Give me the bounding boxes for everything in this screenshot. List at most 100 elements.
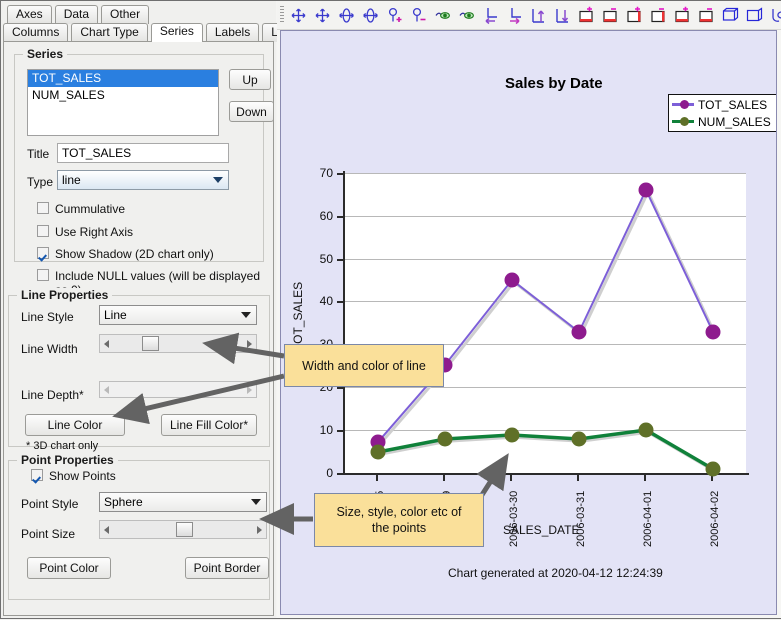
line-style-label: Line Style: [21, 310, 74, 324]
line-fill-color-button[interactable]: Line Fill Color*: [161, 414, 257, 436]
slider-left-arrow-icon: [104, 385, 109, 394]
tab-labels[interactable]: Labels: [205, 23, 260, 42]
width-increase-icon[interactable]: [623, 3, 646, 27]
series-up-button[interactable]: Up: [229, 69, 271, 90]
rotate-y-right-icon[interactable]: [359, 3, 382, 27]
height-decrease-icon[interactable]: [695, 3, 718, 27]
num-sales-point: [571, 431, 587, 447]
move-left-icon[interactable]: [479, 3, 502, 27]
line-properties-group: Line Properties Line Style Line Line Wid…: [8, 288, 270, 447]
properties-panel: Axes Data Other Columns Chart Type Serie…: [1, 1, 321, 618]
include-null-checkbox[interactable]: [37, 269, 49, 281]
series-type-select[interactable]: line: [57, 170, 229, 190]
series-title-value: TOT_SALES: [62, 146, 132, 160]
tab-data-label: Data: [63, 7, 90, 21]
use-right-axis-checkbox[interactable]: [37, 225, 49, 237]
point-color-button[interactable]: Point Color: [27, 557, 111, 579]
point-properties-group: Point Properties Show Points Point Style…: [8, 453, 270, 600]
tab-data[interactable]: Data: [54, 5, 99, 24]
tab-series-label: Series: [159, 24, 194, 38]
chevron-down-icon: [241, 312, 251, 318]
num-sales-point: [504, 427, 520, 443]
chart-footer-text: Chart generated at 2020-04-12 12:24:39: [448, 566, 663, 580]
num-sales-point: [705, 461, 721, 477]
chart-designer-window: Axes Data Other Columns Chart Type Serie…: [0, 0, 781, 619]
tab-chart-type-label: Chart Type: [80, 25, 139, 39]
series-title-input[interactable]: TOT_SALES: [57, 143, 229, 163]
line-color-label: Line Color: [47, 418, 103, 432]
line-style-select[interactable]: Line: [99, 305, 257, 325]
tot-sales-point: [571, 324, 587, 340]
point-size-label: Point Size: [21, 527, 76, 541]
tab-columns[interactable]: Columns: [3, 23, 69, 42]
line-width-slider[interactable]: [99, 334, 257, 353]
slider-left-arrow-icon[interactable]: [104, 339, 109, 348]
width-decrease-icon[interactable]: [647, 3, 670, 27]
chart-2d-icon[interactable]: [743, 3, 766, 27]
line-width-slider-thumb[interactable]: [142, 336, 159, 351]
cummulative-label: Cummulative: [55, 202, 126, 216]
series-group: Series TOT_SALES NUM_SALES Up Down Title…: [14, 47, 274, 297]
point-color-label: Point Color: [39, 561, 99, 575]
show-shadow-checkbox[interactable]: [37, 247, 49, 259]
tab-row-top: Axes Data Other: [7, 5, 150, 24]
perspective-decrease-icon[interactable]: [455, 3, 478, 27]
show-points-checkbox[interactable]: [31, 469, 43, 481]
slider-left-arrow-icon[interactable]: [104, 525, 109, 534]
slider-right-arrow-icon[interactable]: [247, 339, 252, 348]
move-up-icon[interactable]: [527, 3, 550, 27]
elevation-decrease-icon[interactable]: [407, 3, 430, 27]
series-down-label: Down: [236, 104, 267, 119]
rotate-y-left-icon[interactable]: [335, 3, 358, 27]
tab-other-label: Other: [110, 7, 141, 21]
zoom-out-icon[interactable]: [599, 3, 622, 27]
line-fill-color-label: Line Fill Color*: [169, 418, 249, 432]
tab-other[interactable]: Other: [101, 5, 150, 24]
move-down-icon[interactable]: [551, 3, 574, 27]
show-shadow-label: Show Shadow (2D chart only): [55, 247, 214, 261]
series-group-title: Series: [23, 47, 68, 61]
line-callout: Width and color of line: [284, 344, 444, 387]
points-callout-text: Size, style, color etc of the points: [336, 505, 462, 535]
series-listbox[interactable]: TOT_SALES NUM_SALES: [27, 69, 219, 136]
tab-chart-type[interactable]: Chart Type: [71, 23, 148, 42]
tot-sales-point: [504, 272, 520, 288]
tot-sales-point: [638, 182, 654, 198]
chart-3d-icon[interactable]: [719, 3, 742, 27]
point-border-label: Point Border: [193, 561, 261, 575]
series-list-item-num-sales[interactable]: NUM_SALES: [28, 87, 218, 104]
zoom-in-icon[interactable]: [575, 3, 598, 27]
series-list-item-label: NUM_SALES: [32, 88, 105, 102]
cummulative-checkbox[interactable]: [37, 202, 49, 214]
point-style-select[interactable]: Sphere: [99, 492, 267, 512]
point-border-button[interactable]: Point Border: [185, 557, 269, 579]
rotate-x-right-icon[interactable]: [311, 3, 334, 27]
series-tab-panel: Series TOT_SALES NUM_SALES Up Down Title…: [3, 41, 274, 616]
point-size-slider[interactable]: [99, 520, 267, 539]
series-down-button[interactable]: Down: [229, 101, 274, 122]
tab-axes-label: Axes: [16, 7, 43, 21]
line-depth-slider[interactable]: [99, 381, 257, 398]
tab-columns-label: Columns: [12, 25, 60, 39]
move-right-icon[interactable]: [503, 3, 526, 27]
rotate-x-left-icon[interactable]: [287, 3, 310, 27]
series-list-item-tot-sales[interactable]: TOT_SALES: [28, 70, 218, 87]
elevation-increase-icon[interactable]: [383, 3, 406, 27]
chart-toolbar: [277, 1, 781, 30]
chart-options-icon[interactable]: [767, 3, 781, 27]
series-title-label: Title: [27, 147, 50, 161]
tab-series[interactable]: Series: [150, 23, 203, 42]
num-sales-point: [370, 444, 386, 460]
series-type-value: line: [62, 173, 81, 187]
tab-axes[interactable]: Axes: [7, 5, 52, 24]
slider-right-arrow-icon[interactable]: [257, 525, 262, 534]
line-properties-title: Line Properties: [17, 288, 113, 302]
perspective-increase-icon[interactable]: [431, 3, 454, 27]
line-style-value: Line: [104, 308, 127, 322]
toolbar-grip[interactable]: [280, 6, 284, 24]
height-increase-icon[interactable]: [671, 3, 694, 27]
point-style-label: Point Style: [21, 497, 79, 511]
point-size-slider-thumb[interactable]: [176, 522, 193, 537]
line-color-button[interactable]: Line Color: [25, 414, 125, 436]
points-callout: Size, style, color etc of the points: [314, 493, 484, 547]
